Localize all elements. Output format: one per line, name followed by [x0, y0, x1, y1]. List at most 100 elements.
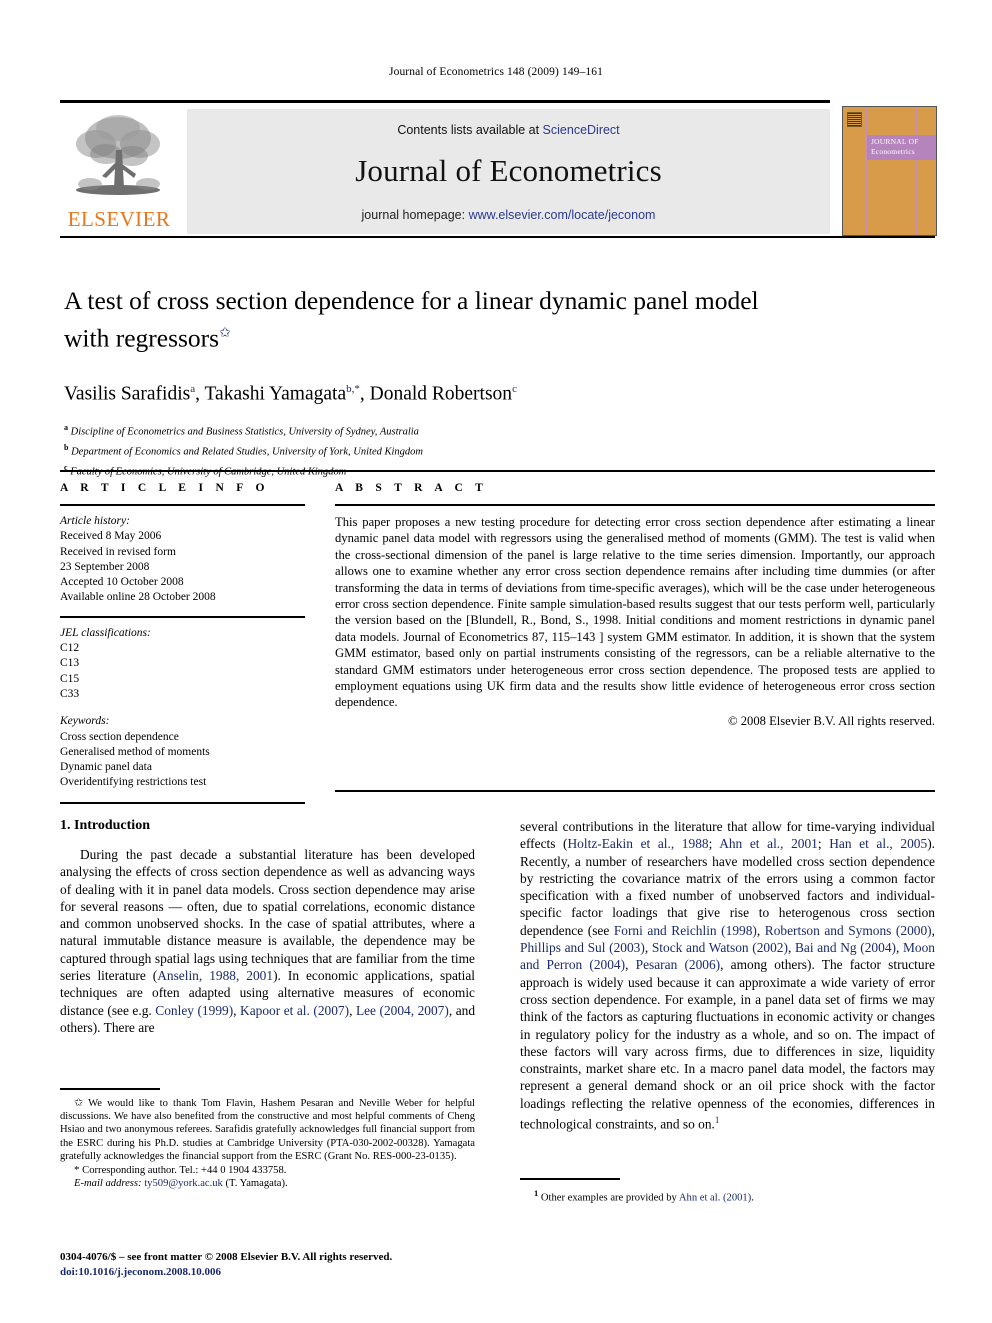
- elsevier-logo: ELSEVIER: [60, 106, 178, 234]
- citation-link[interactable]: Phillips and Sul (2003): [520, 940, 645, 955]
- journal-masthead: ELSEVIER Contents lists available at Sci…: [60, 100, 937, 236]
- citation-link[interactable]: Forni and Reichlin (1998): [614, 923, 757, 938]
- footnote-1-citation[interactable]: Ahn et al. (2001): [679, 1192, 751, 1203]
- jel-code: C33: [60, 687, 80, 700]
- keywords: Keywords: Cross section dependence Gener…: [60, 714, 305, 790]
- citation-link[interactable]: Lee (2004, 2007): [356, 1003, 449, 1018]
- paper-page: Journal of Econometrics 148 (2009) 149–1…: [0, 0, 992, 1323]
- cover-title-text: JOURNAL OF Econometrics: [871, 137, 919, 156]
- masthead-band: Contents lists available at ScienceDirec…: [187, 109, 830, 234]
- elsevier-wordmark: ELSEVIER: [67, 207, 171, 231]
- article-history: Article history: Received 8 May 2006 Rec…: [60, 514, 305, 606]
- footnote-rule-right: [520, 1178, 620, 1180]
- author-affiliation-mark[interactable]: c: [512, 383, 517, 395]
- journal-homepage-link[interactable]: www.elsevier.com/locate/jeconom: [469, 208, 656, 222]
- abstract-text: This paper proposes a new testing proced…: [335, 515, 935, 710]
- jel-code: C15: [60, 672, 80, 685]
- title-block: A test of cross section dependence for a…: [64, 284, 894, 480]
- journal-cover-thumbnail: JOURNAL OF Econometrics: [842, 106, 937, 236]
- article-history-item: 23 September 2008: [60, 560, 150, 573]
- cover-publisher-icon: [847, 112, 862, 127]
- email-link[interactable]: ty509@york.ac.uk: [144, 1178, 223, 1189]
- keyword-item: Overidentifying restrictions test: [60, 776, 207, 789]
- citation-link[interactable]: Pesaran (2006): [636, 957, 721, 972]
- intro-paragraph-left: During the past decade a substantial lit…: [60, 846, 475, 1036]
- cover-title-line2: Econometrics: [871, 146, 915, 156]
- author-affiliation-mark[interactable]: b,*: [346, 383, 360, 395]
- imprint-footer: 0304-4076/$ – see front matter © 2008 El…: [60, 1250, 490, 1279]
- footnote-reference-1[interactable]: 1: [715, 1115, 720, 1125]
- imprint-doi[interactable]: doi:10.1016/j.jeconom.2008.10.006: [60, 1265, 490, 1280]
- footnote-rule-left: [60, 1088, 160, 1090]
- citation-link[interactable]: Han et al., 2005: [829, 836, 927, 851]
- abstract-rule: [335, 504, 935, 506]
- footnote-block-right: 1 Other examples are provided by Ahn et …: [520, 1178, 935, 1204]
- meta-spacer: [60, 702, 305, 714]
- corresponding-author-text: Corresponding author. Tel.: +44 0 1904 4…: [82, 1164, 287, 1176]
- info-top-rule: [60, 470, 935, 472]
- intro-paragraph-right: several contributions in the literature …: [520, 818, 935, 1133]
- author-name: Takashi Yamagata: [204, 383, 347, 404]
- abstract-heading: A B S T R A C T: [335, 482, 488, 494]
- footnote-1-number: 1: [534, 1187, 539, 1198]
- article-history-label: Article history:: [60, 515, 130, 527]
- journal-homepage-line: journal homepage: www.elsevier.com/locat…: [187, 208, 830, 222]
- journal-title: Journal of Econometrics: [355, 153, 662, 188]
- citation-link[interactable]: Robertson and Symons (2000): [765, 923, 932, 938]
- citation-link[interactable]: Anselin, 1988, 2001: [157, 968, 273, 983]
- article-info-bottom-rule: [60, 801, 305, 804]
- cover-title-line1: JOURNAL OF: [871, 137, 919, 146]
- abstract-bottom-rule: [335, 790, 935, 792]
- article-info-column: A R T I C L E I N F O Article history: R…: [60, 482, 305, 804]
- footnote-1: 1 Other examples are provided by Ahn et …: [520, 1187, 935, 1205]
- article-history-item: Available online 28 October 2008: [60, 591, 216, 604]
- citation-link[interactable]: Holtz-Eakin et al., 1988: [568, 836, 709, 851]
- jel-code: C13: [60, 657, 80, 670]
- citation-link[interactable]: Ahn et al., 2001: [719, 836, 818, 851]
- affiliation-item: a Discipline of Econometrics and Busines…: [64, 420, 894, 440]
- email-label: E-mail address:: [74, 1177, 142, 1189]
- footnote-1-prefix: Other examples are provided by: [540, 1192, 679, 1204]
- body-column-left: 1. Introduction During the past decade a…: [60, 818, 475, 1036]
- abstract-column: A B S T R A C T This paper proposes a ne…: [335, 482, 935, 729]
- elsevier-tree-icon: [76, 115, 160, 195]
- intro-paragraph-right-text: several contributions in the literature …: [520, 819, 935, 1132]
- author-list: Vasilis Sarafidisa, Takashi Yamagatab,*,…: [64, 382, 517, 405]
- keyword-item: Generalised method of moments: [60, 745, 210, 758]
- affiliation-mark: b: [64, 443, 69, 452]
- sciencedirect-link[interactable]: ScienceDirect: [543, 123, 620, 137]
- citation-link[interactable]: Kapoor et al. (2007): [240, 1003, 349, 1018]
- article-history-item: Received 8 May 2006: [60, 530, 162, 543]
- abstract-copyright: © 2008 Elsevier B.V. All rights reserved…: [728, 713, 935, 728]
- author-affiliation-mark[interactable]: a: [190, 383, 195, 395]
- affiliation-mark: a: [64, 423, 68, 432]
- info-and-abstract: A R T I C L E I N F O Article history: R…: [60, 470, 935, 810]
- contents-available-line: Contents lists available at ScienceDirec…: [187, 123, 830, 137]
- article-info-rule: [60, 504, 305, 506]
- title-footnote-star[interactable]: ✩: [219, 326, 231, 341]
- article-history-item: Received in revised form: [60, 545, 176, 558]
- keyword-item: Cross section dependence: [60, 730, 179, 743]
- citation-link[interactable]: Conley (1999): [155, 1003, 233, 1018]
- cover-stripe-right: [915, 107, 917, 235]
- contents-prefix: Contents lists available at: [397, 123, 543, 137]
- footnote-corresponding-author: * Corresponding author. Tel.: +44 0 1904…: [60, 1164, 475, 1177]
- corresponding-author-mark: *: [74, 1163, 80, 1176]
- footnote-star-mark: ✩: [74, 1096, 84, 1109]
- article-history-item: Accepted 10 October 2008: [60, 576, 184, 589]
- keyword-item: Dynamic panel data: [60, 761, 152, 774]
- citation-link[interactable]: Stock and Watson (2002): [652, 940, 788, 955]
- footnote-acknowledgement-text: We would like to thank Tom Flavin, Hashe…: [60, 1097, 475, 1163]
- footnote-email-line: E-mail address: ty509@york.ac.uk (T. Yam…: [60, 1177, 475, 1190]
- footnote-block-left: ✩ We would like to thank Tom Flavin, Has…: [60, 1088, 475, 1190]
- affiliation-item: b Department of Economics and Related St…: [64, 440, 894, 460]
- jel-code: C12: [60, 642, 80, 655]
- affiliation-text: Department of Economics and Related Stud…: [71, 446, 423, 458]
- email-owner: (T. Yamagata).: [225, 1177, 288, 1189]
- cover-title-band: JOURNAL OF Econometrics: [867, 135, 936, 160]
- paper-title-line2: with regressors: [64, 323, 220, 353]
- citation-link[interactable]: Bai and Ng (2004): [795, 940, 896, 955]
- author-name: Vasilis Sarafidis: [64, 383, 191, 404]
- footnote-acknowledgement: ✩ We would like to thank Tom Flavin, Has…: [60, 1097, 475, 1164]
- paper-title-line1: A test of cross section dependence for a…: [64, 286, 759, 315]
